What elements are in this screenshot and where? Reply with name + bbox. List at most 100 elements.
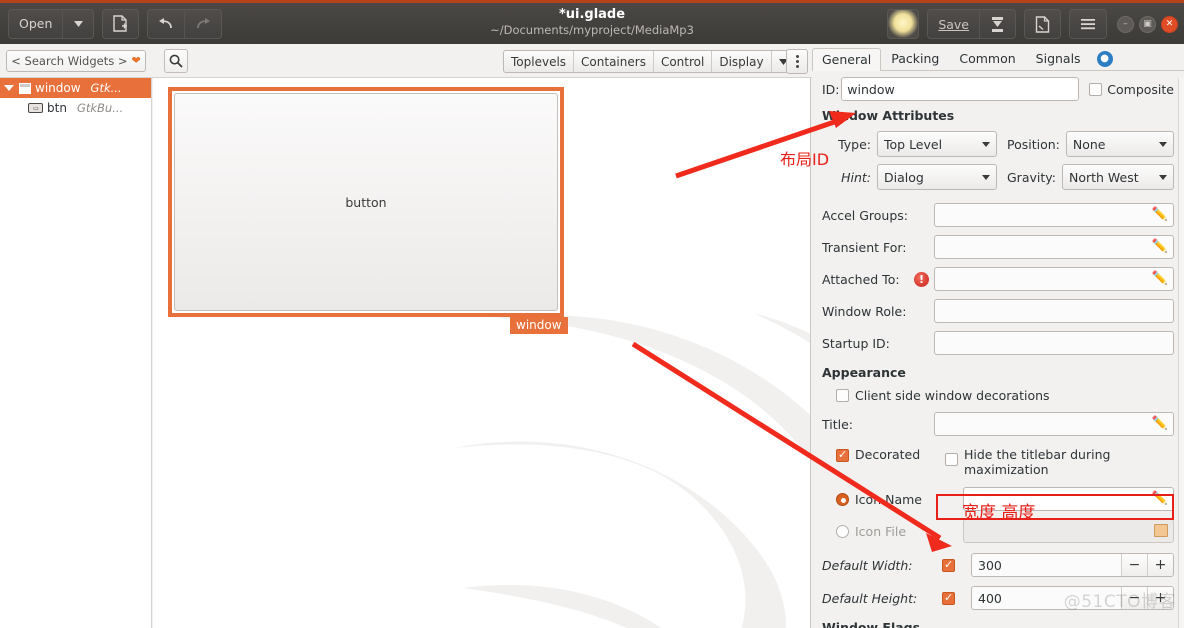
preview-document-icon[interactable] xyxy=(1025,10,1060,38)
search-button[interactable] xyxy=(164,48,188,73)
pencil-edit-icon[interactable]: ✏️ xyxy=(1152,207,1168,222)
attached-to-row: Attached To: ! ✏️ xyxy=(822,267,1174,291)
default-height-label: Default Height: xyxy=(822,590,918,606)
hint-combobox[interactable]: Dialog xyxy=(877,164,997,190)
accel-groups-label: Accel Groups: xyxy=(822,207,908,223)
window-controls: – ▣ ✕ xyxy=(1117,15,1178,33)
panel-scroll-edge[interactable] xyxy=(1178,78,1184,628)
hint-label: Hint: xyxy=(841,169,871,185)
icon-file-radio[interactable] xyxy=(836,524,849,538)
default-height-checkbox[interactable] xyxy=(942,591,955,605)
expander-triangle-icon[interactable] xyxy=(4,85,14,91)
pencil-edit-icon[interactable]: ✏️ xyxy=(1152,271,1168,286)
tab-common[interactable]: Common xyxy=(949,47,1025,70)
client-side-decorations-label: Client side window decorations xyxy=(855,388,1050,403)
id-input-value: window xyxy=(847,81,895,97)
position-combobox-value: None xyxy=(1072,136,1106,152)
id-label: ID: xyxy=(822,81,840,97)
decrement-button[interactable]: − xyxy=(1121,554,1147,576)
minimize-button[interactable]: – xyxy=(1117,15,1134,33)
type-position-row: Type: Top Level Position: None xyxy=(822,131,1174,157)
tab-packing[interactable]: Packing xyxy=(881,47,949,70)
folder-open-icon[interactable] xyxy=(1154,524,1168,537)
composite-checkbox[interactable] xyxy=(1089,82,1103,96)
gravity-combobox[interactable]: North West xyxy=(1061,164,1174,190)
new-document-icon[interactable] xyxy=(103,9,139,38)
tab-containers[interactable]: Containers xyxy=(574,51,654,72)
title-input[interactable]: ✏️ xyxy=(934,412,1174,436)
close-button[interactable]: ✕ xyxy=(1161,15,1178,33)
title-row: Title: ✏️ xyxy=(822,412,1174,436)
transient-for-row: Transient For: ✏️ xyxy=(822,235,1174,259)
vertical-dots-icon[interactable] xyxy=(786,49,808,74)
decorated-label: Decorated xyxy=(855,447,921,462)
hint-combobox-value: Dialog xyxy=(884,169,924,185)
redo-arrow-icon[interactable] xyxy=(185,9,222,38)
save-as-icon[interactable] xyxy=(980,10,1015,38)
tree-row-window[interactable]: window Gtk... xyxy=(0,78,151,98)
tree-row-btn[interactable]: ▭ btn GtkBu... xyxy=(0,98,151,118)
type-combobox-value: Top Level xyxy=(884,136,943,152)
save-button[interactable]: Save xyxy=(928,10,980,38)
client-side-decorations-checkbox[interactable] xyxy=(836,389,849,402)
titlebar-left-toolbar: Open xyxy=(8,8,223,39)
maximize-button[interactable]: ▣ xyxy=(1139,15,1156,33)
selected-window-widget[interactable]: button xyxy=(168,87,564,317)
title-label: Title: xyxy=(822,416,853,432)
property-inspector: ID: window Composite Window Attributes T… xyxy=(812,71,1184,628)
button-widget[interactable]: button xyxy=(174,93,558,311)
attached-to-label: Attached To: xyxy=(822,271,900,287)
chevron-down-icon xyxy=(1159,174,1167,180)
attached-to-input[interactable]: ✏️ xyxy=(934,267,1174,291)
undo-arrow-icon[interactable] xyxy=(148,9,186,38)
hide-titlebar-checkbox[interactable] xyxy=(945,453,958,466)
open-button[interactable]: Open xyxy=(9,9,64,38)
position-combobox[interactable]: None xyxy=(1065,131,1174,157)
save-group: Save xyxy=(927,9,1016,39)
tab-general[interactable]: General xyxy=(812,48,882,71)
id-input[interactable]: window xyxy=(841,77,1080,101)
type-combobox[interactable]: Top Level xyxy=(877,131,997,157)
default-width-spinner[interactable]: 300 − + xyxy=(971,553,1174,577)
tab-toplevels[interactable]: Toplevels xyxy=(504,51,575,72)
hand-pointer-icon[interactable] xyxy=(888,10,919,38)
default-width-checkbox[interactable] xyxy=(942,558,955,572)
titlebar: Open *ui.glade ~/Documents/myproject/Med… xyxy=(0,0,1184,44)
accessibility-icon[interactable]: ● xyxy=(1096,51,1113,67)
button-icon: ▭ xyxy=(28,103,43,113)
pencil-edit-icon[interactable]: ✏️ xyxy=(1152,239,1168,254)
icon-file-label: Icon File xyxy=(855,523,907,539)
tab-display[interactable]: Display xyxy=(712,51,772,72)
titlebar-right-toolbar: Save – ▣ ✕ xyxy=(887,9,1178,39)
startup-id-input[interactable] xyxy=(934,331,1174,355)
increment-button[interactable]: + xyxy=(1147,554,1173,576)
startup-id-row: Startup ID: xyxy=(822,331,1174,355)
decorated-checkbox[interactable] xyxy=(836,448,849,462)
tree-item-label: btn xyxy=(47,101,67,115)
design-canvas[interactable]: button window xyxy=(153,78,811,628)
chevron-down-icon[interactable] xyxy=(63,9,94,38)
window-role-input[interactable] xyxy=(934,299,1174,323)
csd-row: Client side window decorations xyxy=(822,388,1174,403)
search-widgets-combo[interactable]: < Search Widgets > ❤ xyxy=(6,49,146,72)
hint-gravity-row: Hint: Dialog Gravity: North West xyxy=(822,164,1174,190)
pointer-mode-group xyxy=(887,9,920,39)
pencil-edit-icon[interactable]: ✏️ xyxy=(1152,416,1168,431)
type-label: Type: xyxy=(838,136,871,152)
hide-titlebar-label: Hide the titlebar during maximization xyxy=(964,447,1111,477)
chevron-down-icon xyxy=(982,141,990,147)
tab-signals[interactable]: Signals xyxy=(1026,47,1091,70)
default-width-label: Default Width: xyxy=(822,557,913,573)
hamburger-menu-icon[interactable] xyxy=(1070,10,1106,38)
warning-error-icon[interactable]: ! xyxy=(914,271,929,287)
window-role-label: Window Role: xyxy=(822,303,907,319)
annotation-size-text: 宽度 高度 xyxy=(962,503,1036,523)
tab-control[interactable]: Control xyxy=(654,51,713,72)
accel-groups-input[interactable]: ✏️ xyxy=(934,203,1174,227)
icon-name-radio[interactable] xyxy=(836,492,849,506)
chevron-down-icon xyxy=(1159,141,1167,147)
annotation-layout-id: 布局ID xyxy=(780,150,830,169)
transient-for-input[interactable]: ✏️ xyxy=(934,235,1174,259)
window-icon xyxy=(19,82,31,94)
inspector-tabs: General Packing Common Signals ● xyxy=(812,45,1184,71)
